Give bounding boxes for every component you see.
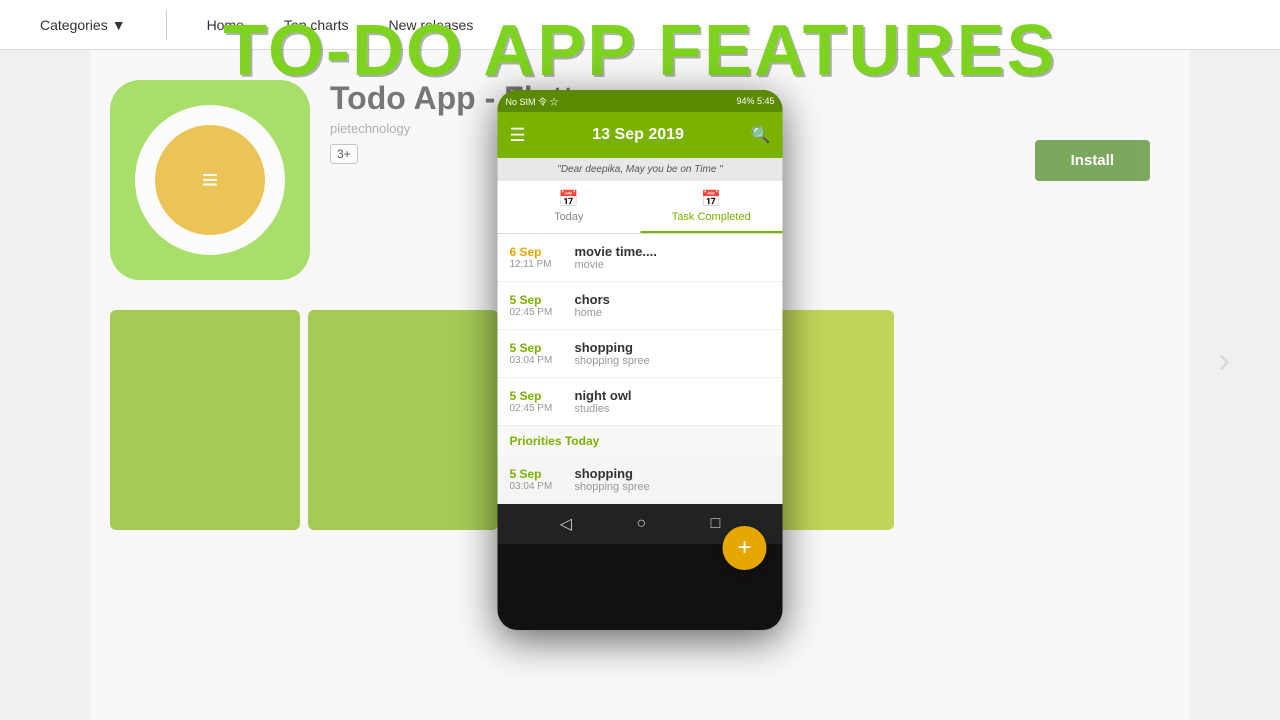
menu-icon[interactable]: ☰ bbox=[510, 125, 526, 146]
task-item[interactable]: 5 Sep 02:45 PM night owl studies bbox=[498, 378, 783, 426]
task-time: 03:04 PM bbox=[510, 355, 565, 366]
task-details: movie time.... movie bbox=[575, 244, 771, 271]
next-arrow[interactable]: › bbox=[1218, 339, 1230, 381]
top-charts-link[interactable]: Top charts bbox=[284, 17, 349, 33]
nav-divider bbox=[166, 10, 167, 40]
screenshot-1 bbox=[110, 310, 300, 530]
task-time: 03:04 PM bbox=[510, 481, 565, 492]
tab-today-label: Today bbox=[554, 211, 583, 223]
categories-menu[interactable]: Categories ▼ bbox=[40, 17, 126, 33]
home-button[interactable]: ○ bbox=[636, 515, 646, 533]
phone-quote: "Dear deepika, May you be on Time " bbox=[498, 158, 783, 181]
app-icon: ≡ bbox=[110, 80, 310, 280]
task-day: 5 Sep bbox=[510, 389, 565, 403]
back-button[interactable]: ◁ bbox=[560, 514, 572, 534]
task-category: studies bbox=[575, 403, 771, 415]
task-category: shopping spree bbox=[575, 481, 771, 493]
phone-top-bar: ☰ 13 Sep 2019 🔍 bbox=[498, 112, 783, 158]
task-day: 5 Sep bbox=[510, 293, 565, 307]
task-name: shopping bbox=[575, 466, 771, 481]
task-item[interactable]: 5 Sep 03:04 PM shopping shopping spree bbox=[498, 330, 783, 378]
task-details: shopping shopping spree bbox=[575, 340, 771, 367]
completed-icon: 📅 bbox=[701, 189, 721, 209]
task-date: 5 Sep 02:45 PM bbox=[510, 389, 565, 414]
task-category: home bbox=[575, 307, 771, 319]
new-releases-link[interactable]: New releases bbox=[389, 17, 474, 33]
task-category: movie bbox=[575, 259, 771, 271]
task-date: 5 Sep 03:04 PM bbox=[510, 341, 565, 366]
task-name: chors bbox=[575, 292, 771, 307]
today-icon: 📅 bbox=[559, 189, 579, 209]
task-name: night owl bbox=[575, 388, 771, 403]
screenshot-2 bbox=[308, 310, 498, 530]
tab-task-completed[interactable]: 📅 Task Completed bbox=[640, 181, 783, 233]
status-bar: No SIM 令 ☆ 94% 5:45 bbox=[498, 90, 783, 112]
phone-tabs: 📅 Today 📅 Task Completed bbox=[498, 181, 783, 234]
phone-mockup: No SIM 令 ☆ 94% 5:45 ☰ 13 Sep 2019 🔍 "Dea… bbox=[498, 90, 783, 630]
search-icon[interactable]: 🔍 bbox=[751, 125, 771, 145]
task-date: 5 Sep 03:04 PM bbox=[510, 467, 565, 492]
phone-date: 13 Sep 2019 bbox=[592, 126, 684, 144]
task-day: 6 Sep bbox=[510, 245, 565, 259]
task-time: 02:45 PM bbox=[510, 403, 565, 414]
task-name: shopping bbox=[575, 340, 771, 355]
task-name: movie time.... bbox=[575, 244, 771, 259]
task-category: shopping spree bbox=[575, 355, 771, 367]
task-list: 6 Sep 12:11 PM movie time.... movie 5 Se… bbox=[498, 234, 783, 504]
fab-button[interactable]: + bbox=[723, 526, 767, 570]
task-date: 6 Sep 12:11 PM bbox=[510, 245, 565, 270]
task-details: chors home bbox=[575, 292, 771, 319]
task-details: night owl studies bbox=[575, 388, 771, 415]
task-day: 5 Sep bbox=[510, 467, 565, 481]
task-details: shopping shopping spree bbox=[575, 466, 771, 493]
chevron-down-icon: ▼ bbox=[112, 17, 126, 33]
recents-button[interactable]: □ bbox=[711, 515, 721, 533]
status-left: No SIM 令 ☆ bbox=[506, 95, 559, 108]
task-date: 5 Sep 02:45 PM bbox=[510, 293, 565, 318]
task-day: 5 Sep bbox=[510, 341, 565, 355]
priority-task-item[interactable]: 5 Sep 03:04 PM shopping shopping spree bbox=[498, 456, 783, 504]
task-item[interactable]: 5 Sep 02:45 PM chors home bbox=[498, 282, 783, 330]
tab-today[interactable]: 📅 Today bbox=[498, 181, 641, 233]
task-item[interactable]: 6 Sep 12:11 PM movie time.... movie bbox=[498, 234, 783, 282]
tab-completed-label: Task Completed bbox=[672, 211, 751, 223]
install-button[interactable]: Install bbox=[1035, 140, 1150, 181]
priorities-header[interactable]: Priorities Today bbox=[498, 426, 783, 456]
status-right: 94% 5:45 bbox=[736, 96, 774, 106]
task-time: 12:11 PM bbox=[510, 259, 565, 270]
task-time: 02:45 PM bbox=[510, 307, 565, 318]
top-nav: Categories ▼ Home Top charts New release… bbox=[0, 0, 1280, 50]
age-rating: 3+ bbox=[330, 144, 358, 164]
home-link[interactable]: Home bbox=[207, 17, 244, 33]
